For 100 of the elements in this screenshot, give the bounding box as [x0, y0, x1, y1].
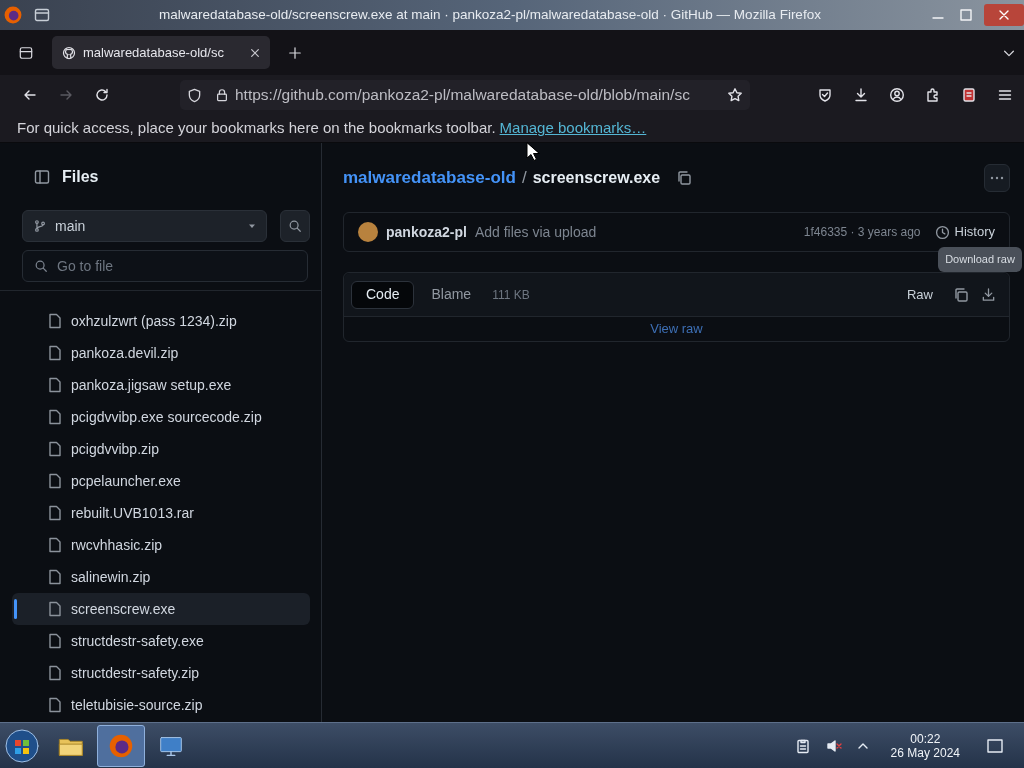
branch-icon: [33, 219, 47, 233]
clock-icon: [934, 224, 950, 240]
file-tree-item[interactable]: teletubisie-source.zip: [12, 689, 310, 721]
file-tree-item[interactable]: rebuilt.UVB1013.rar: [12, 497, 310, 529]
search-button[interactable]: [280, 210, 310, 242]
file-name: structdestr-safety.exe: [71, 631, 204, 651]
download-icon[interactable]: [853, 87, 869, 103]
file-name: teletubisie-source.zip: [71, 695, 203, 715]
tab-title: malwaredatabase-old/sc: [83, 43, 225, 62]
tooltip: Download raw: [938, 247, 1022, 272]
more-dots-icon: [990, 176, 1004, 180]
shield-icon[interactable]: [187, 87, 202, 103]
file-tree-item[interactable]: pcigdvvibp.zip: [12, 433, 310, 465]
manage-bookmarks-link[interactable]: Manage bookmarks…: [499, 117, 647, 140]
file-tree-item[interactable]: pankoza.devil.zip: [12, 337, 310, 369]
file-tree-item[interactable]: pcpelauncher.exe: [12, 465, 310, 497]
copy-icon[interactable]: [953, 286, 969, 303]
speaker-muted-icon[interactable]: [825, 737, 842, 754]
search-icon: [34, 259, 48, 273]
account-icon[interactable]: [889, 87, 905, 103]
avatar-icon: [358, 222, 378, 242]
bookmarks-hint: For quick access, place your bookmarks here on the bookmarks toolbar.: [17, 118, 496, 139]
file-icon: [48, 569, 62, 585]
file-tree-item[interactable]: structdestr-safety.zip: [12, 657, 310, 689]
file-icon: [48, 601, 62, 617]
mouse-pointer-icon: [526, 142, 540, 162]
file-icon: [48, 441, 62, 457]
file-name: pcigdvvibp.exe sourcecode.zip: [71, 407, 262, 427]
clock-time[interactable]: 00:22: [910, 731, 941, 746]
sidebar-title: Files: [62, 167, 99, 187]
file-icon: [48, 537, 62, 553]
view-raw-link[interactable]: View raw: [650, 319, 703, 339]
file-name: salinewin.zip: [71, 567, 151, 587]
lock-icon: [215, 88, 229, 102]
file-icon: [48, 473, 62, 489]
raw-button[interactable]: Raw: [899, 280, 941, 309]
file-name: pankoza.jigsaw setup.exe: [71, 375, 232, 395]
window-icon: [34, 7, 50, 23]
caret-down-icon: [248, 222, 256, 230]
file-tree-item[interactable]: salinewin.zip: [12, 561, 310, 593]
site-logo-icon: [62, 45, 76, 60]
file-name: screenscrew.exe: [71, 599, 176, 619]
clipboard-icon[interactable]: [794, 737, 811, 754]
file-size: 111 KB: [492, 286, 530, 304]
repo-link[interactable]: malwaredatabase-old: [343, 165, 516, 191]
file-path: screenscrew.exe: [532, 168, 661, 188]
file-name: pankoza.devil.zip: [71, 343, 179, 363]
search-icon: [288, 219, 302, 233]
clock-date[interactable]: 26 May 2024: [890, 745, 960, 760]
file-name: pcpelauncher.exe: [71, 471, 181, 491]
reload-icon[interactable]: [94, 87, 110, 103]
selection-bar: [14, 599, 17, 619]
show-desktop-icon[interactable]: [986, 736, 1004, 755]
path-separator: /: [521, 167, 527, 190]
url-text: https://github.com/pankoza2-pl/malwaredatabase-old/blob/main/sc: [235, 85, 691, 106]
commit-meta: 1f46335 · 3 years ago: [803, 224, 921, 241]
file-icon: [48, 345, 62, 361]
sidebar-panel-icon: [34, 169, 50, 185]
copy-icon[interactable]: [676, 170, 693, 186]
menu-icon[interactable]: [997, 87, 1013, 103]
start-orb-icon[interactable]: [5, 728, 39, 763]
branch-name: main: [55, 216, 87, 236]
branch-selector[interactable]: main: [22, 210, 267, 242]
commit-author[interactable]: pankoza2-pl: [386, 221, 467, 243]
puzzle-icon[interactable]: [925, 87, 941, 103]
file-tree-item[interactable]: pcigdvvibp.exe sourcecode.zip: [12, 401, 310, 433]
file-tree-item[interactable]: rwcvhhasic.zip: [12, 529, 310, 561]
go-to-file-field[interactable]: Go to file: [22, 250, 308, 282]
file-name: rwcvhhasic.zip: [71, 535, 163, 555]
file-icon: [48, 633, 62, 649]
file-icon: [48, 313, 62, 329]
view-tab[interactable]: Code: [351, 280, 415, 309]
taskbar-app-button[interactable]: [97, 724, 145, 767]
file-icon: [48, 505, 62, 521]
close-icon: [998, 9, 1010, 21]
close-icon[interactable]: [250, 47, 260, 58]
history-button[interactable]: History: [934, 222, 995, 242]
file-tree-item[interactable]: pankoza.jigsaw setup.exe: [12, 369, 310, 401]
browser-tab[interactable]: malwaredatabase-old/sc: [52, 36, 270, 69]
window-title: malwaredatabase-old/screenscrew.exe at main · pankoza2-pl/malwaredatabase-old · GitHub — Mozilla Firefox: [158, 5, 822, 24]
file-tree-item[interactable]: screenscrew.exe: [12, 593, 310, 625]
file-name: structdestr-safety.zip: [71, 663, 200, 683]
address-bar[interactable]: https://github.com/pankoza2-pl/malwaredatabase-old/blob/main/sc: [180, 80, 750, 110]
disc-logo-icon: [4, 6, 22, 24]
file-name: rebuilt.UVB1013.rar: [71, 503, 194, 523]
file-name: pcigdvvibp.zip: [71, 439, 159, 459]
file-icon: [48, 665, 62, 681]
star-icon[interactable]: [727, 87, 743, 103]
plus-icon[interactable]: [288, 45, 302, 60]
file-icon: [48, 409, 62, 425]
file-name: oxhzulzwrt (pass 1234).zip: [71, 311, 237, 331]
commit-message[interactable]: Add files via upload: [474, 221, 597, 243]
document-icon[interactable]: [961, 87, 977, 103]
file-tree-item[interactable]: oxhzulzwrt (pass 1234).zip: [12, 305, 310, 337]
file-icon: [48, 377, 62, 393]
download-icon[interactable]: [981, 287, 996, 302]
window-icon[interactable]: [19, 45, 33, 60]
file-tree-item[interactable]: structdestr-safety.exe: [12, 625, 310, 657]
shield-check-icon[interactable]: [817, 87, 833, 103]
view-tab[interactable]: Blame: [416, 280, 487, 309]
